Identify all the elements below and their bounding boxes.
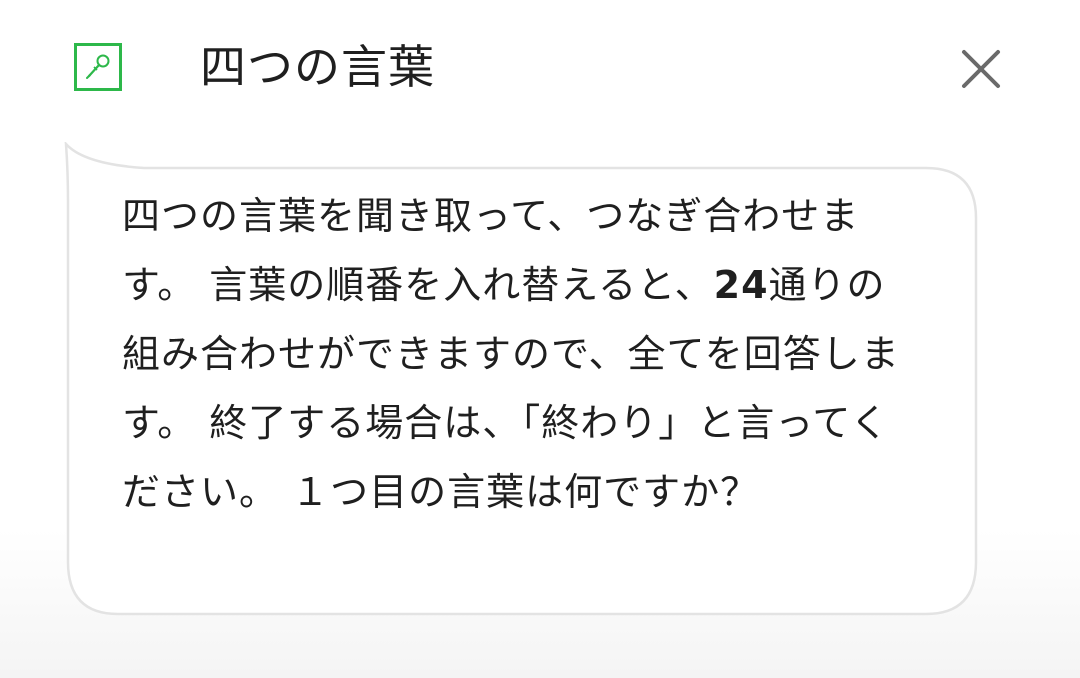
microphone-icon bbox=[74, 43, 122, 91]
message-bubble: 四つの言葉を聞き取って、つなぎ合わせます。 言葉の順番を入れ替えると、24通りの… bbox=[64, 142, 980, 618]
combination-count: 24 bbox=[713, 263, 769, 307]
message-text: 四つの言葉を聞き取って、つなぎ合わせます。 言葉の順番を入れ替えると、24通りの… bbox=[122, 182, 922, 527]
close-button[interactable] bbox=[956, 44, 1006, 94]
dialog-header: 四つの言葉 bbox=[0, 0, 1080, 140]
page-title: 四つの言葉 bbox=[200, 40, 435, 94]
close-icon bbox=[962, 50, 1000, 88]
